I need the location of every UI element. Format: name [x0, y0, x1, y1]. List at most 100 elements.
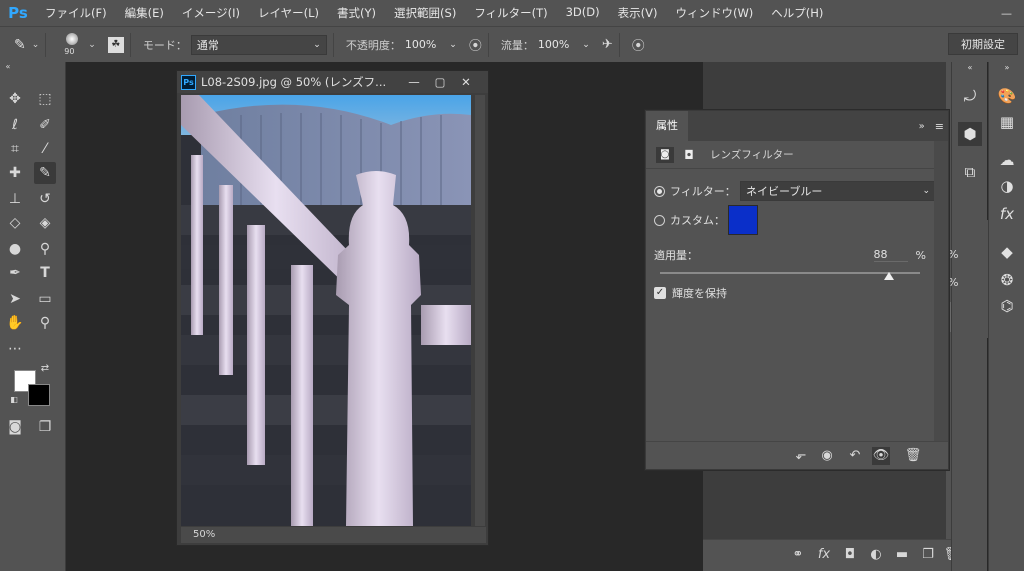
screen-mode-icon[interactable]: ❐ — [34, 416, 56, 438]
adjustment-layer-icon[interactable]: ◐ — [867, 546, 885, 564]
new-layer-icon[interactable]: ❐ — [919, 546, 937, 564]
document-vertical-scrollbar[interactable] — [475, 95, 485, 526]
collapse-panel-icon[interactable]: » — [919, 121, 925, 132]
default-colors-icon[interactable]: ◧ — [8, 394, 20, 406]
restore-icon[interactable]: ▢ — [431, 75, 449, 89]
bucket-icon[interactable]: ◈ — [34, 212, 56, 234]
menu-item[interactable]: 表示(V) — [609, 5, 667, 21]
libraries-icon[interactable]: ☁ — [995, 148, 1019, 172]
link-layers-icon[interactable]: ⚭ — [789, 546, 807, 564]
pressure-opacity-icon[interactable]: ⦿ — [469, 35, 482, 54]
delete-icon[interactable]: 🗑 — [904, 447, 922, 465]
3d-icon[interactable]: ⬢ — [958, 122, 982, 146]
move-icon[interactable]: ✥ — [4, 88, 26, 110]
slider-thumb[interactable] — [883, 272, 894, 280]
properties-tab-row: 属性 » ≡ — [646, 111, 948, 141]
dodge-icon[interactable]: ⚲ — [34, 238, 56, 260]
eyedropper-icon[interactable]: ⁄ — [34, 138, 56, 160]
channels-icon[interactable]: ❂ — [995, 268, 1019, 292]
panel-menu-icon[interactable]: ≡ — [935, 120, 944, 133]
view-previous-icon[interactable]: ◉ — [818, 447, 836, 465]
properties-header: ◙ ◘ レンズフィルター — [646, 141, 948, 169]
menu-item[interactable]: フィルター(T) — [465, 5, 556, 21]
menu-item[interactable]: イメージ(I) — [173, 5, 249, 21]
custom-color-swatch[interactable] — [728, 205, 758, 235]
layers-icon[interactable]: ◆ — [995, 240, 1019, 264]
minimize-icon[interactable]: — — [405, 75, 423, 89]
reset-icon[interactable]: ↶ — [846, 447, 864, 465]
menu-item[interactable]: ファイル(F) — [36, 5, 116, 21]
color-palette-icon[interactable]: 🎨 — [995, 84, 1019, 108]
opacity-field[interactable]: 100% ⌄ — [405, 38, 457, 51]
menu-item[interactable]: 書式(Y) — [328, 5, 385, 21]
swatches-icon[interactable]: ▦ — [995, 110, 1019, 134]
properties-scrollbar[interactable] — [934, 141, 948, 441]
adjustments-icon[interactable]: ◑ — [995, 174, 1019, 198]
stamp-icon[interactable]: ⊥ — [4, 188, 26, 210]
chevron-down-icon[interactable]: ⌄ — [88, 40, 96, 50]
clone-source-icon[interactable]: ⧉ — [958, 160, 982, 184]
document-canvas[interactable] — [181, 95, 471, 526]
menu-item[interactable]: レイヤー(L) — [249, 5, 328, 21]
flow-field[interactable]: 100% ⌄ — [538, 38, 590, 51]
history-brush-icon[interactable]: ↺ — [34, 188, 56, 210]
quick-mask-icon[interactable]: ◙ — [4, 416, 26, 438]
close-icon[interactable]: ✕ — [457, 75, 475, 89]
density-row: 適用量： 88 % — [654, 247, 926, 263]
paths-icon[interactable]: ⌬ — [995, 294, 1019, 318]
quick-select-icon[interactable]: ✐ — [34, 114, 56, 136]
menu-item[interactable]: 編集(E) — [116, 5, 173, 21]
more-tools-icon[interactable]: ⋯ — [4, 338, 26, 360]
eraser-icon[interactable]: ◇ — [4, 212, 26, 234]
swap-colors-icon[interactable]: ⇄ — [38, 362, 52, 376]
density-value[interactable]: 88 — [873, 248, 908, 262]
history-icon[interactable]: ⤾ — [958, 84, 982, 108]
pen-icon[interactable]: ✒ — [4, 262, 26, 284]
brush-panel-icon[interactable]: ☘ — [107, 36, 124, 53]
healing-icon[interactable]: ✚ — [4, 162, 26, 184]
styles-icon[interactable]: fx — [995, 202, 1019, 226]
menu-item[interactable]: 3D(D) — [557, 5, 609, 21]
hand-icon[interactable]: ✋ — [4, 312, 26, 334]
brush-icon[interactable]: ✎ — [14, 37, 26, 53]
chevron-down-icon[interactable]: ⌄ — [32, 40, 40, 50]
brush-tool-icon[interactable]: ✎ — [34, 162, 56, 184]
filter-select[interactable]: ネイビーブルー ⌄ — [740, 181, 936, 201]
crop-icon[interactable]: ⌗ — [4, 138, 26, 160]
path-select-icon[interactable]: ➤ — [4, 288, 26, 310]
density-slider[interactable] — [660, 270, 920, 280]
type-icon[interactable]: T — [34, 262, 56, 284]
document-titlebar[interactable]: Ps L08-2S09.jpg @ 50% (レンズフ... — ▢ ✕ — [177, 71, 488, 93]
menu-item[interactable]: ヘルプ(H) — [762, 5, 832, 21]
background-color-swatch[interactable] — [28, 384, 50, 406]
preserve-checkbox[interactable]: ✓ — [654, 287, 666, 299]
custom-radio[interactable] — [654, 214, 665, 226]
camera-icon[interactable]: ◙ — [656, 146, 674, 163]
visibility-eye-icon[interactable]: 👁 — [872, 447, 890, 465]
pressure-size-icon[interactable]: ⦿ — [632, 35, 645, 54]
expand-panels-icon[interactable]: » — [995, 62, 1019, 74]
clip-to-layer-icon[interactable]: ⬐ — [792, 447, 810, 465]
zoom-icon[interactable]: ⚲ — [34, 312, 56, 334]
menu-item[interactable]: ウィンドウ(W) — [666, 5, 762, 21]
zoom-status[interactable]: 50% — [181, 527, 486, 543]
workspace-preset-button[interactable]: 初期設定 — [948, 33, 1018, 55]
menu-item[interactable]: 選択範囲(S) — [385, 5, 465, 21]
brush-preset-picker[interactable]: 90 — [62, 29, 86, 61]
collapse-icon[interactable]: « — [2, 62, 14, 74]
lasso-icon[interactable]: ℓ — [4, 114, 26, 136]
mask-icon[interactable]: ◘ — [680, 147, 698, 163]
properties-panel: 属性 » ≡ ◙ ◘ レンズフィルター フィルター： ネイビーブルー ⌄ カスタ… — [645, 110, 949, 470]
tab-properties[interactable]: 属性 — [646, 111, 688, 141]
mode-select[interactable]: 通常 ⌄ — [190, 34, 327, 55]
airbrush-icon[interactable]: ✈ — [602, 37, 613, 52]
shape-icon[interactable]: ▭ — [34, 288, 56, 310]
marquee-icon[interactable]: ⬚ — [34, 88, 56, 110]
blur-icon[interactable]: ● — [4, 238, 26, 260]
folder-icon[interactable]: ▬ — [893, 546, 911, 564]
filter-radio[interactable] — [654, 185, 665, 197]
add-mask-icon[interactable]: ◘ — [841, 546, 859, 564]
minimize-icon[interactable]: — — [1001, 7, 1012, 20]
fx-icon[interactable]: fx — [815, 546, 833, 564]
expand-panels-icon[interactable]: « — [958, 62, 982, 74]
